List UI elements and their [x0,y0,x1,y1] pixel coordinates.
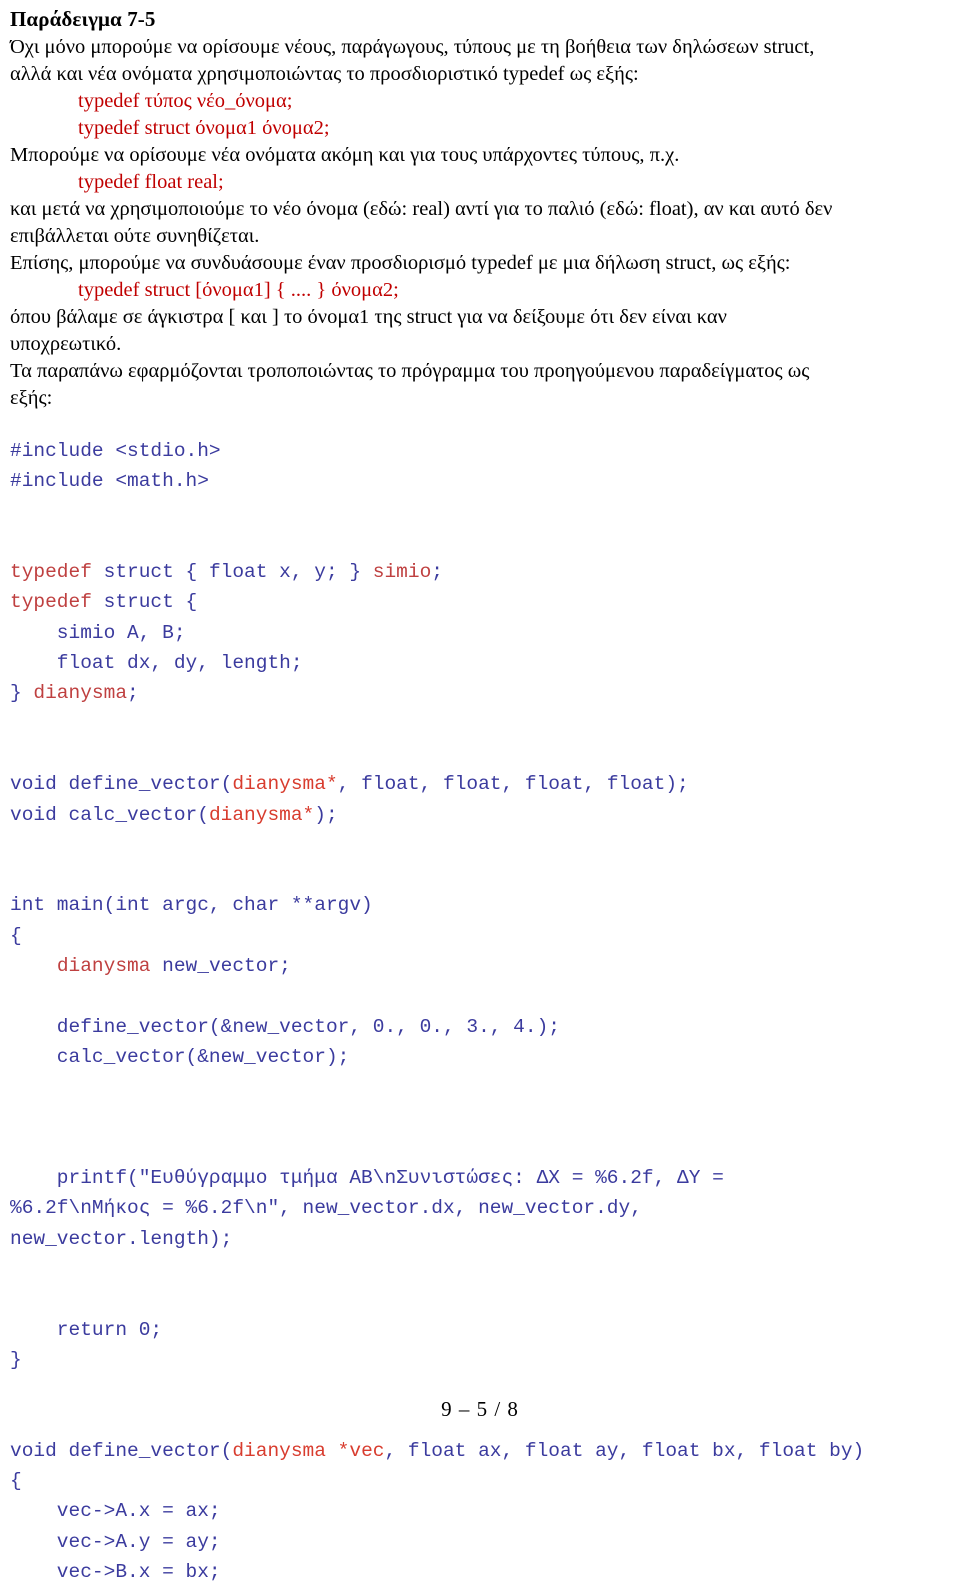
code-line: { [10,1466,950,1496]
code-line: void calc_vector(dianysma*); [10,800,950,830]
prose-section: Παράδειγμα 7-5 Όχι μόνο μπορούμε να ορίσ… [10,6,950,412]
code-token: void define_vector( [10,773,233,796]
code-line: new_vector.length); [10,1224,950,1254]
code-line: } dianysma; [10,678,950,708]
code-line: { [10,921,950,951]
code-token: new_vector; [150,955,291,978]
paragraph-intro-line-2: αλλά και νέα ονόματα χρησιμοποιώντας το … [10,63,639,85]
code-line: %6.2f\nΜήκος = %6.2f\n", new_vector.dx, … [10,1193,950,1223]
document-page: Παράδειγμα 7-5 Όχι μόνο μπορούμε να ορίσ… [0,0,960,1583]
paragraph-real-usage-line-1: και μετά να χρησιμοποιούμε το νέο όνομα … [10,198,833,220]
paragraph-apply-line-1: Τα παραπάνω εφαρμόζονται τροποποιώντας τ… [10,360,810,382]
code-token: vec->B.x = bx; [10,1560,221,1583]
paragraph-existing-types: Μπορούμε να ορίσουμε νέα ονόματα ακόμη κ… [10,144,680,166]
code-token: typedef [10,591,92,614]
inline-snippet-typedef-type: typedef τύπος νέο_όνομα; [78,90,293,112]
code-token: dianysma* [208,803,315,826]
code-token: } [10,682,34,705]
code-token: #include <math.h> [10,470,209,493]
inline-snippet-typedef-struct-braces: typedef struct [όνομα1] { .... } όνομα2; [78,279,399,301]
inline-snippet-typedef-struct: typedef struct όνομα1 όνομα2; [78,117,330,139]
code-token: ; [431,561,443,584]
code-token: float dx, dy, length; [10,652,303,675]
code-token: dianysma *vec [232,1439,385,1462]
code-token: vec->A.y = ay; [10,1530,221,1553]
code-line: vec->B.x = bx; [10,1557,950,1587]
code-token: dianysma [56,955,151,978]
page-footer: 9 – 5 / 8 [441,1397,519,1421]
code-token: simio A, B; [10,621,186,644]
code-line: #include <math.h> [10,466,950,496]
code-line: } [10,1345,950,1375]
code-token: %6.2f\nΜήκος = %6.2f\n", new_vector.dx, … [10,1197,642,1220]
code-token: simio [372,561,432,584]
code-line: define_vector(&new_vector, 0., 0., 3., 4… [10,1012,950,1042]
code-token: , float, float, float, float); [337,773,689,796]
code-line: vec->A.y = ay; [10,1527,950,1557]
paragraph-real-usage-line-2: επιβάλλεται ούτε συνηθίζεται. [10,225,260,247]
code-token: int main(int argc, char **argv) [10,894,373,917]
code-token: , float ax, float ay, float bx, float by… [384,1439,865,1462]
code-token: define_vector(&new_vector, 0., 0., 3., 4… [10,1015,560,1038]
code-token: new_vector.length); [10,1227,233,1250]
code-line: void define_vector(dianysma *vec, float … [10,1436,950,1466]
code-token: ; [127,682,139,705]
code-line: return 0; [10,1315,950,1345]
code-line: typedef struct { float x, y; } simio; [10,557,950,587]
code-line: dianysma new_vector; [10,951,950,981]
code-token: void calc_vector( [10,803,209,826]
code-line: #include <stdio.h> [10,436,950,466]
code-line: void define_vector(dianysma*, float, flo… [10,769,950,799]
code-token: struct { [91,591,198,614]
inline-snippet-typedef-float-real: typedef float real; [78,171,224,193]
code-token: dianysma [33,682,128,705]
code-token: printf("Ευθύγραμμο τμήμα ΑΒ\nΣυνιστώσες:… [10,1167,724,1190]
paragraph-brackets-note-line-2: υποχρεωτικό. [10,333,122,355]
code-token: void define_vector( [10,1439,233,1462]
code-token: struct { float x, y; } [91,561,373,584]
code-token: calc_vector(&new_vector); [10,1045,350,1068]
code-line: simio A, B; [10,618,950,648]
code-line: float dx, dy, length; [10,648,950,678]
paragraph-intro-line-1: Όχι μόνο μπορούμε να ορίσουμε νέους, παρ… [10,36,815,58]
code-token: return 0; [10,1318,163,1341]
paragraph-brackets-note-line-1: όπου βάλαμε σε άγκιστρα [ και ] το όνομα… [10,306,727,328]
code-token: { [10,1470,22,1493]
code-token: #include <stdio.h> [10,440,221,462]
code-token: vec->A.x = ax; [10,1500,221,1523]
code-line: vec->A.x = ax; [10,1496,950,1526]
code-line: calc_vector(&new_vector); [10,1042,950,1072]
code-line: printf("Ευθύγραμμο τμήμα ΑΒ\nΣυνιστώσες:… [10,1163,950,1193]
code-line: int main(int argc, char **argv) [10,890,950,920]
code-token: typedef [10,561,92,584]
paragraph-combine-typedef-struct: Επίσης, μπορούμε να συνδυάσουμε έναν προ… [10,252,791,274]
page-title: Παράδειγμα 7-5 [10,7,156,31]
code-token: } [10,1348,22,1371]
paragraph-apply-line-2: εξής: [10,387,53,409]
code-token: dianysma* [232,773,338,796]
code-line: typedef struct { [10,587,950,617]
code-token: ); [314,803,338,826]
code-token: { [10,924,22,947]
